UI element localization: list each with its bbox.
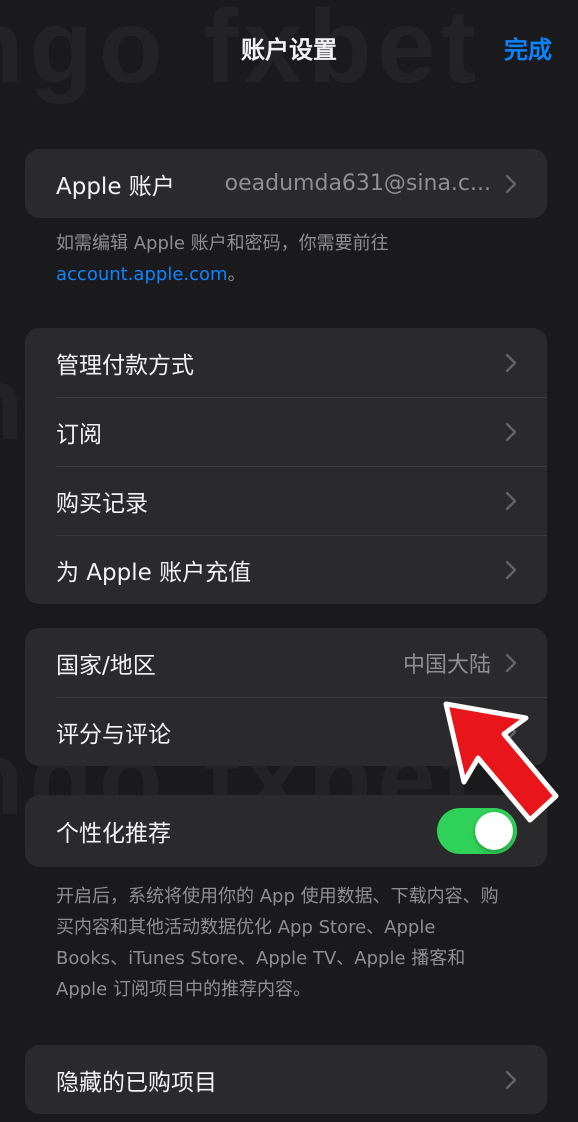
subscriptions-label: 订阅	[56, 421, 102, 448]
personalized-recommendations-toggle[interactable]	[437, 808, 517, 854]
chevron-right-icon	[505, 491, 517, 510]
toggle-knob	[475, 812, 513, 850]
country-region-label: 国家/地区	[56, 652, 156, 679]
country-region-value: 中国大陆	[402, 652, 491, 678]
account-footer-text: 如需编辑 Apple 账户和密码，你需要前往	[56, 233, 389, 254]
chevron-right-icon	[505, 653, 517, 672]
payments-group: 管理付款方式 订阅 购买记录 为 Apple 账户充值	[25, 328, 547, 604]
personalized-recommendations-row: 个性化推荐	[25, 795, 547, 867]
chevron-right-icon	[505, 174, 517, 193]
personalized-recommendations-label: 个性化推荐	[56, 821, 171, 847]
account-settings-screen: ngo fxbet ngo fxbet ngo fxbet 账户设置 完成 Ap…	[0, 0, 578, 1122]
hidden-purchases-group: 隐藏的已购项目	[25, 1045, 547, 1114]
ratings-reviews-row[interactable]: 评分与评论	[25, 697, 547, 766]
apple-account-row[interactable]: Apple 账户 oeadumda631@sina.c...	[25, 149, 547, 218]
ratings-reviews-label: 评分与评论	[56, 721, 171, 748]
hidden-purchases-label: 隐藏的已购项目	[56, 1069, 217, 1096]
hidden-purchases-row[interactable]: 隐藏的已购项目	[25, 1045, 547, 1114]
manage-payment-label: 管理付款方式	[56, 352, 194, 379]
chevron-right-icon	[505, 1070, 517, 1089]
subscriptions-row[interactable]: 订阅	[25, 397, 547, 466]
chevron-right-icon	[505, 422, 517, 441]
country-region-row[interactable]: 国家/地区 中国大陆	[25, 628, 547, 697]
chevron-right-icon	[505, 560, 517, 579]
add-funds-label: 为 Apple 账户充值	[56, 559, 252, 586]
personalization-group: 个性化推荐	[25, 795, 547, 867]
chevron-right-icon	[505, 353, 517, 372]
chevron-right-icon	[505, 722, 517, 741]
account-group: Apple 账户 oeadumda631@sina.c...	[25, 149, 547, 218]
purchase-history-row[interactable]: 购买记录	[25, 466, 547, 535]
page-title: 账户设置	[241, 36, 337, 64]
region-group: 国家/地区 中国大陆 评分与评论	[25, 628, 547, 766]
account-footer: 如需编辑 Apple 账户和密码，你需要前往 account.apple.com…	[56, 228, 516, 290]
purchase-history-label: 购买记录	[56, 490, 148, 517]
personalization-footer: 开启后，系统将使用你的 App 使用数据、下载内容、购买内容和其他活动数据优化 …	[56, 886, 499, 1000]
account-footer-end: 。	[227, 264, 246, 285]
apple-account-email: oeadumda631@sina.c...	[224, 171, 491, 196]
account-apple-link[interactable]: account.apple.com	[56, 264, 228, 285]
done-button[interactable]: 完成	[504, 30, 552, 65]
manage-payment-row[interactable]: 管理付款方式	[25, 328, 547, 397]
apple-account-label: Apple 账户	[56, 173, 175, 200]
add-funds-row[interactable]: 为 Apple 账户充值	[25, 535, 547, 604]
